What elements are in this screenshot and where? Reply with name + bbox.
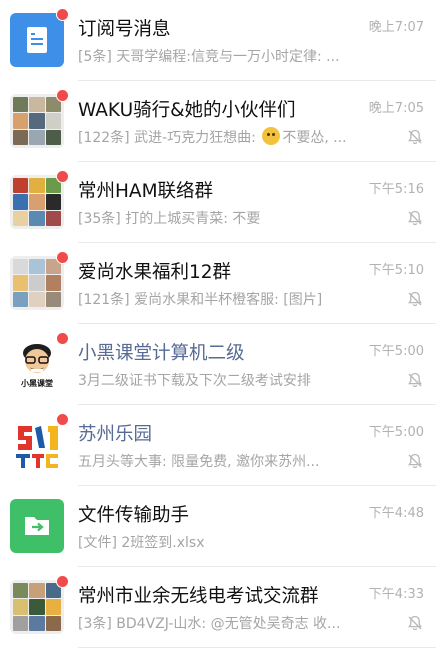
avatar — [10, 413, 69, 472]
chat-row-file-transfer[interactable]: 文件传输助手 [文件] 2班签到.xlsx 下午4:48 — [0, 486, 436, 567]
unread-dot — [56, 251, 69, 264]
group-avatar — [10, 256, 64, 310]
bell-off-icon — [408, 615, 422, 631]
folder-arrow-icon — [25, 517, 49, 535]
chat-row-waku[interactable]: WAKU骑行&她的小伙伴们 [122条] 武进-巧克力狂想曲: 不要怂, ...… — [0, 81, 436, 162]
chat-name: WAKU骑行&她的小伙伴们 — [78, 100, 296, 121]
file-helper-avatar — [10, 499, 64, 553]
chat-row-subscriptions[interactable]: 订阅号消息 [5条] 天哥学编程:信竞与一万小时定律: ... 晚上7:07 — [0, 0, 436, 81]
unread-dot — [56, 332, 69, 345]
chat-time: 下午5:10 — [368, 263, 424, 278]
chat-row-radio-exam[interactable]: 常州市业余无线电考试交流群 [3条] BD4VZJ-山水: @无管处吴奇志 收.… — [0, 567, 436, 648]
chat-list: 订阅号消息 [5条] 天哥学编程:信竞与一万小时定律: ... 晚上7:07 W… — [0, 0, 436, 648]
chat-name: 小黑课堂计算机二级 — [78, 343, 245, 364]
group-avatar — [10, 580, 64, 634]
chat-name: 爱尚水果福利12群 — [78, 262, 232, 283]
chat-preview: [5条] 天哥学编程:信竞与一万小时定律: ... — [78, 49, 340, 65]
official-account-avatar: 小黑课堂 — [10, 337, 64, 391]
logo-icon — [16, 426, 58, 468]
group-avatar — [10, 94, 64, 148]
chat-row-suzhou-park[interactable]: 苏州乐园 五月头等大事: 限量免费, 邀你来苏州... 下午5:00 — [0, 405, 436, 486]
chat-time: 下午5:00 — [368, 425, 424, 440]
chat-time: 晚上7:05 — [368, 101, 424, 116]
chat-preview: [文件] 2班签到.xlsx — [78, 535, 205, 551]
avatar — [10, 251, 69, 310]
chat-preview: [122条] 武进-巧克力狂想曲: 不要怂, ... — [78, 127, 358, 147]
chat-name: 苏州乐园 — [78, 424, 153, 445]
unread-dot — [56, 89, 69, 102]
chat-preview: [3条] BD4VZJ-山水: @无管处吴奇志 收... — [78, 616, 341, 632]
avatar: 小黑课堂 — [10, 332, 69, 391]
preview-text: 不要怂, ... — [282, 130, 347, 146]
official-account-avatar — [10, 418, 64, 472]
chat-time: 晚上7:07 — [368, 20, 424, 35]
subscription-avatar — [10, 13, 64, 67]
chat-row-xiaohei[interactable]: 小黑课堂 小黑课堂计算机二级 3月二级证书下载及下次二级考试安排 下午5:00 — [0, 324, 436, 405]
avatar — [10, 8, 69, 67]
chat-preview: [35条] 打的上城买青菜: 不要 — [78, 211, 261, 227]
chat-name: 常州HAM联络群 — [78, 181, 214, 202]
chat-time: 下午5:00 — [368, 344, 424, 359]
chat-name: 文件传输助手 — [78, 505, 190, 526]
unread-dot — [56, 413, 69, 426]
bell-off-icon — [408, 453, 422, 469]
group-avatar — [10, 175, 64, 229]
chat-preview: 五月头等大事: 限量免费, 邀你来苏州... — [78, 454, 320, 470]
bell-off-icon — [408, 210, 422, 226]
chat-time: 下午4:33 — [368, 587, 424, 602]
chat-name: 常州市业余无线电考试交流群 — [78, 586, 319, 607]
unread-dot — [56, 8, 69, 21]
chat-preview: 3月二级证书下载及下次二级考试安排 — [78, 373, 311, 389]
chat-row-fruit[interactable]: 爱尚水果福利12群 [121条] 爱尚水果和半杯橙客服: [图片] 下午5:10 — [0, 243, 436, 324]
avatar — [10, 499, 64, 553]
chat-preview: [121条] 爱尚水果和半杯橙客服: [图片] — [78, 292, 323, 308]
avatar — [10, 89, 69, 148]
avatar — [10, 575, 69, 634]
chat-time: 下午5:16 — [368, 182, 424, 197]
chat-row-ham[interactable]: 常州HAM联络群 [35条] 打的上城买青菜: 不要 下午5:16 — [0, 162, 436, 243]
bell-off-icon — [408, 291, 422, 307]
avatar — [10, 170, 69, 229]
bell-off-icon — [408, 372, 422, 388]
bell-off-icon — [408, 129, 422, 145]
preview-text: [122条] 武进-巧克力狂想曲: — [78, 130, 261, 146]
emoji-icon — [262, 127, 281, 145]
chat-name: 订阅号消息 — [78, 19, 171, 40]
unread-dot — [56, 170, 69, 183]
chat-time: 下午4:48 — [368, 506, 424, 521]
unread-dot — [56, 575, 69, 588]
document-icon — [27, 27, 47, 53]
avatar-caption: 小黑课堂 — [21, 379, 53, 388]
